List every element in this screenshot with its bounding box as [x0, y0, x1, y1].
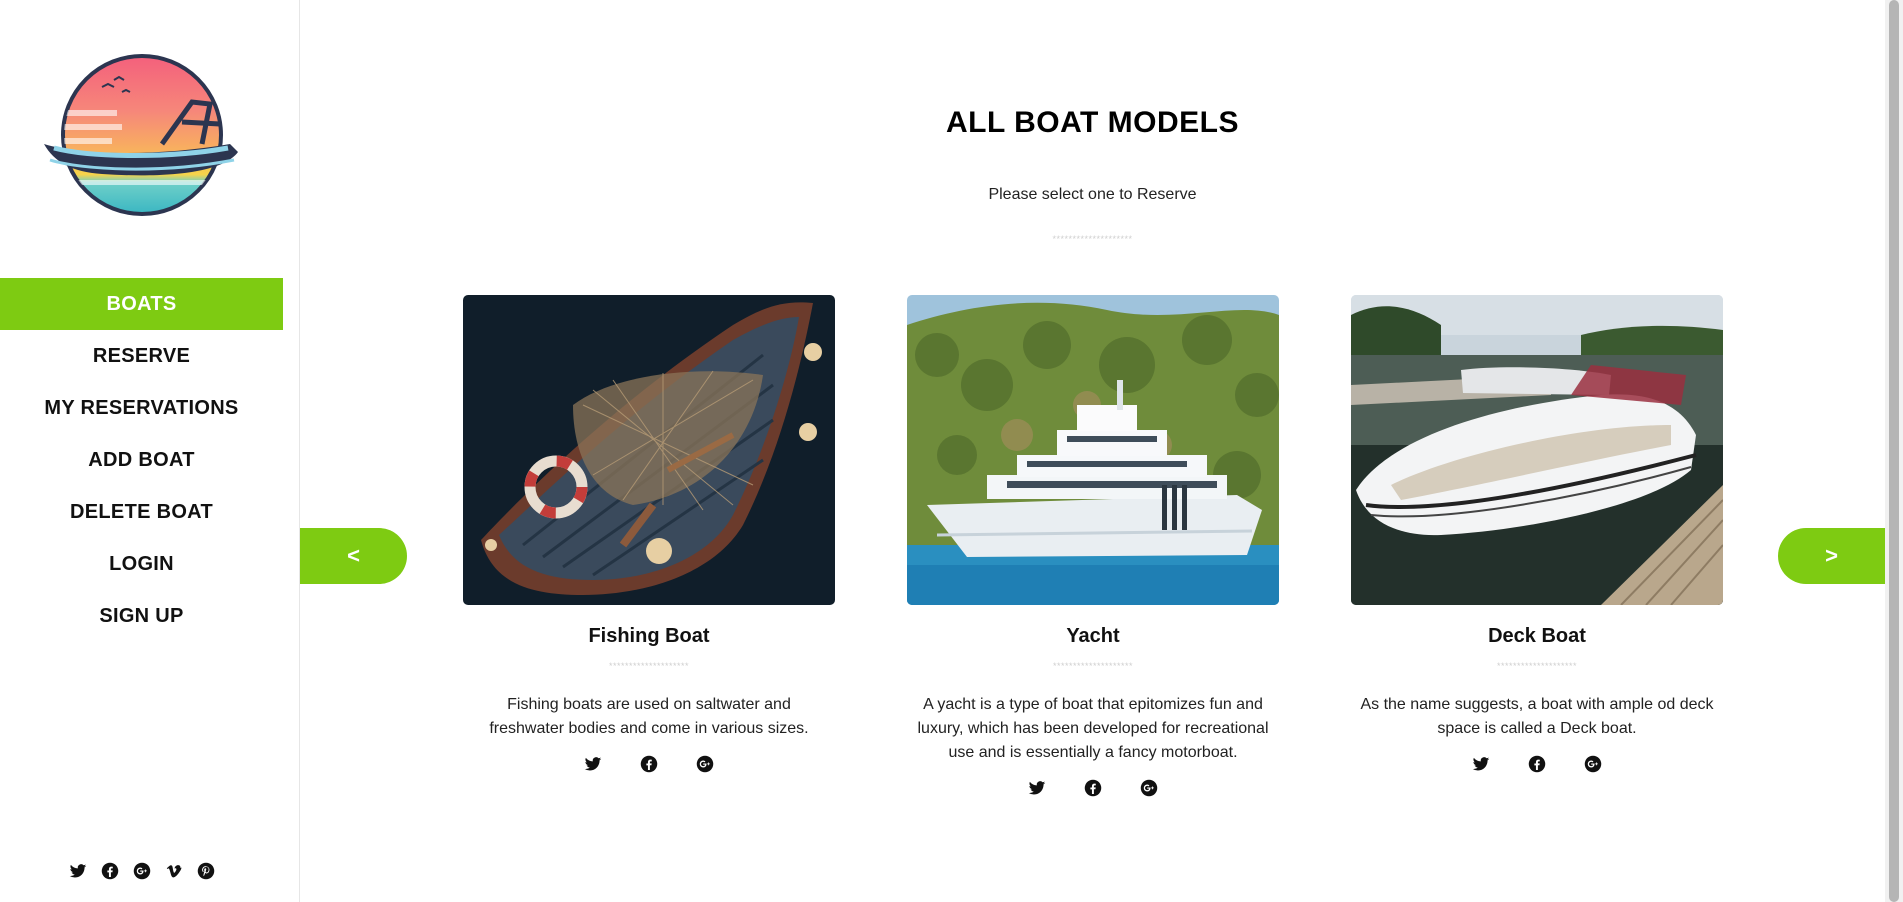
- scrollbar-thumb[interactable]: [1889, 0, 1899, 902]
- google-plus-icon[interactable]: [696, 755, 714, 773]
- carousel-prev-button[interactable]: <: [300, 528, 407, 584]
- sidebar-social-links: [0, 862, 283, 880]
- facebook-icon[interactable]: [1084, 779, 1102, 797]
- nav-item-boats[interactable]: BOATS: [0, 278, 283, 330]
- page-title: ALL BOAT MODELS: [945, 106, 1240, 139]
- facebook-icon[interactable]: [1528, 755, 1546, 773]
- card-divider: ********************: [608, 661, 690, 671]
- google-plus-icon[interactable]: [133, 862, 151, 880]
- card-divider: ********************: [1052, 661, 1134, 671]
- carousel-next-button[interactable]: >: [1778, 528, 1885, 584]
- twitter-icon[interactable]: [584, 755, 602, 773]
- card-description: As the name suggests, a boat with ample …: [1360, 696, 1714, 737]
- facebook-icon[interactable]: [101, 862, 119, 880]
- card-social-links: [1351, 755, 1723, 773]
- card-title[interactable]: Yacht: [907, 625, 1279, 649]
- deck-boat-image[interactable]: [1351, 295, 1723, 605]
- facebook-icon[interactable]: [640, 755, 658, 773]
- nav-item-sign-up[interactable]: SIGN UP: [0, 590, 283, 642]
- nav-item-delete-boat[interactable]: DELETE BOAT: [0, 486, 283, 538]
- nav-item-my-reservations[interactable]: MY RESERVATIONS: [0, 382, 283, 434]
- boat-sunset-logo[interactable]: [42, 52, 242, 218]
- pinterest-icon[interactable]: [197, 862, 215, 880]
- nav-item-reserve[interactable]: RESERVE: [0, 330, 283, 382]
- google-plus-icon[interactable]: [1140, 779, 1158, 797]
- nav-item-login[interactable]: LOGIN: [0, 538, 283, 590]
- card-social-links: [907, 779, 1279, 797]
- vimeo-icon[interactable]: [165, 862, 183, 880]
- boat-card-deck-boat[interactable]: Deck Boat ******************** As the na…: [1351, 295, 1723, 773]
- card-divider: ********************: [1496, 661, 1578, 671]
- yacht-image[interactable]: [907, 295, 1279, 605]
- boat-card-yacht[interactable]: Yacht ******************** A yacht is a …: [907, 295, 1279, 797]
- card-description: A yacht is a type of boat that epitomize…: [917, 696, 1269, 761]
- twitter-icon[interactable]: [69, 862, 87, 880]
- boat-card-fishing-boat[interactable]: Fishing Boat ******************** Fishin…: [463, 295, 835, 773]
- page-subtitle: Please select one to Reserve: [988, 186, 1197, 203]
- card-social-links: [463, 755, 835, 773]
- vertical-scrollbar[interactable]: [1885, 0, 1903, 902]
- google-plus-icon[interactable]: [1584, 755, 1602, 773]
- main-nav: BOATS RESERVE MY RESERVATIONS ADD BOAT D…: [0, 278, 283, 642]
- card-title[interactable]: Deck Boat: [1351, 625, 1723, 649]
- card-description: Fishing boats are used on saltwater and …: [489, 696, 809, 737]
- fishing-boat-image[interactable]: [463, 295, 835, 605]
- nav-item-add-boat[interactable]: ADD BOAT: [0, 434, 283, 486]
- title-divider: ********************: [1052, 234, 1133, 244]
- sidebar: BOATS RESERVE MY RESERVATIONS ADD BOAT D…: [0, 0, 300, 902]
- boat-models-section: ALL BOAT MODELS Please select one to Res…: [300, 0, 1885, 902]
- twitter-icon[interactable]: [1472, 755, 1490, 773]
- card-title[interactable]: Fishing Boat: [463, 625, 835, 649]
- twitter-icon[interactable]: [1028, 779, 1046, 797]
